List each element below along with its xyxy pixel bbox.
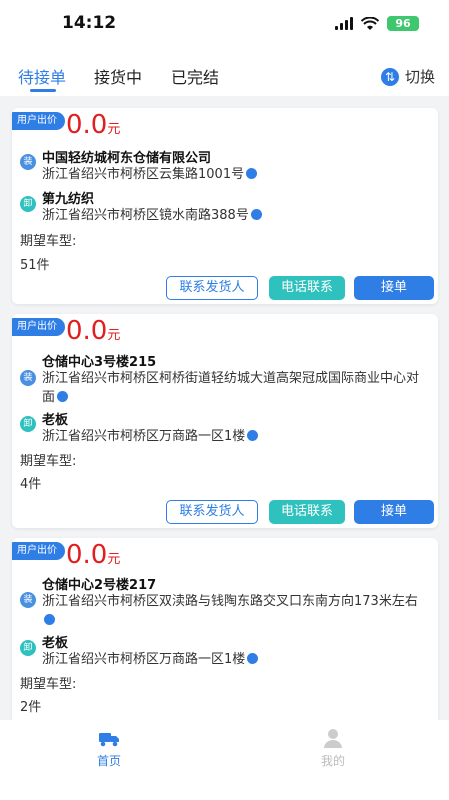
- price-value: 0.0元: [66, 316, 121, 346]
- accept-order-button[interactable]: 接单: [354, 276, 434, 300]
- wifi-icon: [361, 16, 379, 30]
- unload-name: 老板: [42, 413, 69, 428]
- load-name: 中国轻纺城柯东仓储有限公司: [42, 151, 212, 166]
- tab-receiving[interactable]: 接货中: [94, 64, 142, 88]
- load-address[interactable]: 浙江省绍兴市柯桥区柯桥街道轻纺城大道高架冠成国际商业中心对面: [42, 369, 427, 407]
- navigate-icon[interactable]: [247, 430, 259, 441]
- quantity: 2件: [20, 700, 42, 715]
- switch-button[interactable]: ⇅ 切换: [380, 66, 435, 87]
- status-bar: 14:12 96: [0, 0, 449, 46]
- contact-shipper-button[interactable]: 联系发货人: [166, 276, 258, 300]
- car-type-label: 期望车型:: [20, 234, 77, 249]
- nav-home-label: 首页: [96, 754, 121, 768]
- status-time: 14:12: [62, 13, 117, 33]
- car-type-label: 期望车型:: [20, 454, 77, 469]
- truck-icon: [99, 733, 119, 747]
- price-value: 0.0元: [66, 110, 121, 140]
- switch-icon: ⇅: [380, 67, 399, 86]
- load-name: 仓储中心2号楼217: [42, 578, 157, 593]
- navigate-icon[interactable]: [250, 209, 262, 220]
- load-icon: 装: [20, 154, 36, 170]
- price-tag: 用户出价: [12, 318, 65, 336]
- order-card: 用户出价 0.0元 装 中国轻纺城柯东仓储有限公司 浙江省绍兴市柯桥区云集路10…: [12, 108, 438, 304]
- order-card: 用户出价 0.0元 装 仓储中心2号楼217 浙江省绍兴市柯桥区双渎路与钱陶东路…: [12, 538, 438, 738]
- navigate-icon[interactable]: [246, 168, 258, 179]
- accept-order-button[interactable]: 接单: [354, 500, 434, 524]
- status-icons: 96: [335, 16, 419, 31]
- tab-pending[interactable]: 待接单: [18, 64, 66, 88]
- tab-underline: [30, 89, 56, 92]
- unload-address[interactable]: 浙江省绍兴市柯桥区万商路一区1楼: [42, 427, 427, 446]
- unload-icon: 卸: [20, 640, 36, 656]
- phone-contact-button[interactable]: 电话联系: [269, 276, 345, 300]
- navigate-icon[interactable]: [44, 614, 55, 625]
- load-address[interactable]: 浙江省绍兴市柯桥区双渎路与钱陶东路交叉口东南方向173米左右: [42, 592, 427, 630]
- nav-mine[interactable]: 我的: [303, 728, 363, 769]
- tab-done[interactable]: 已完结: [171, 64, 219, 88]
- bottom-nav: 首页 我的: [0, 720, 449, 800]
- unload-address[interactable]: 浙江省绍兴市柯桥区万商路一区1楼: [42, 650, 427, 669]
- unload-name: 老板: [42, 636, 69, 651]
- contact-shipper-button[interactable]: 联系发货人: [166, 500, 258, 524]
- switch-label: 切换: [404, 68, 435, 86]
- load-icon: 装: [20, 592, 36, 608]
- order-card: 用户出价 0.0元 装 仓储中心3号楼215 浙江省绍兴市柯桥区柯桥街道轻纺城大…: [12, 314, 438, 528]
- nav-home[interactable]: 首页: [79, 728, 139, 769]
- tab-bar: 待接单 接货中 已完结 ⇅ 切换: [0, 46, 449, 96]
- quantity: 4件: [20, 477, 42, 492]
- price-tag: 用户出价: [12, 112, 65, 130]
- unload-name: 第九纺织: [42, 192, 95, 207]
- load-name: 仓储中心3号楼215: [42, 355, 157, 370]
- car-type-label: 期望车型:: [20, 677, 77, 692]
- phone-contact-button[interactable]: 电话联系: [269, 500, 345, 524]
- load-icon: 装: [20, 370, 36, 386]
- load-address[interactable]: 浙江省绍兴市柯桥区云集路1001号: [42, 165, 427, 184]
- navigate-icon[interactable]: [57, 391, 69, 402]
- user-icon: [324, 729, 342, 748]
- signal-icon: [335, 17, 353, 30]
- unload-icon: 卸: [20, 196, 36, 212]
- price-tag: 用户出价: [12, 542, 65, 560]
- price-value: 0.0元: [66, 540, 121, 570]
- unload-icon: 卸: [20, 416, 36, 432]
- battery-icon: 96: [387, 16, 419, 31]
- quantity: 51件: [20, 258, 50, 273]
- nav-mine-label: 我的: [320, 754, 345, 768]
- unload-address[interactable]: 浙江省绍兴市柯桥区镜水南路388号: [42, 206, 427, 225]
- navigate-icon[interactable]: [247, 653, 259, 664]
